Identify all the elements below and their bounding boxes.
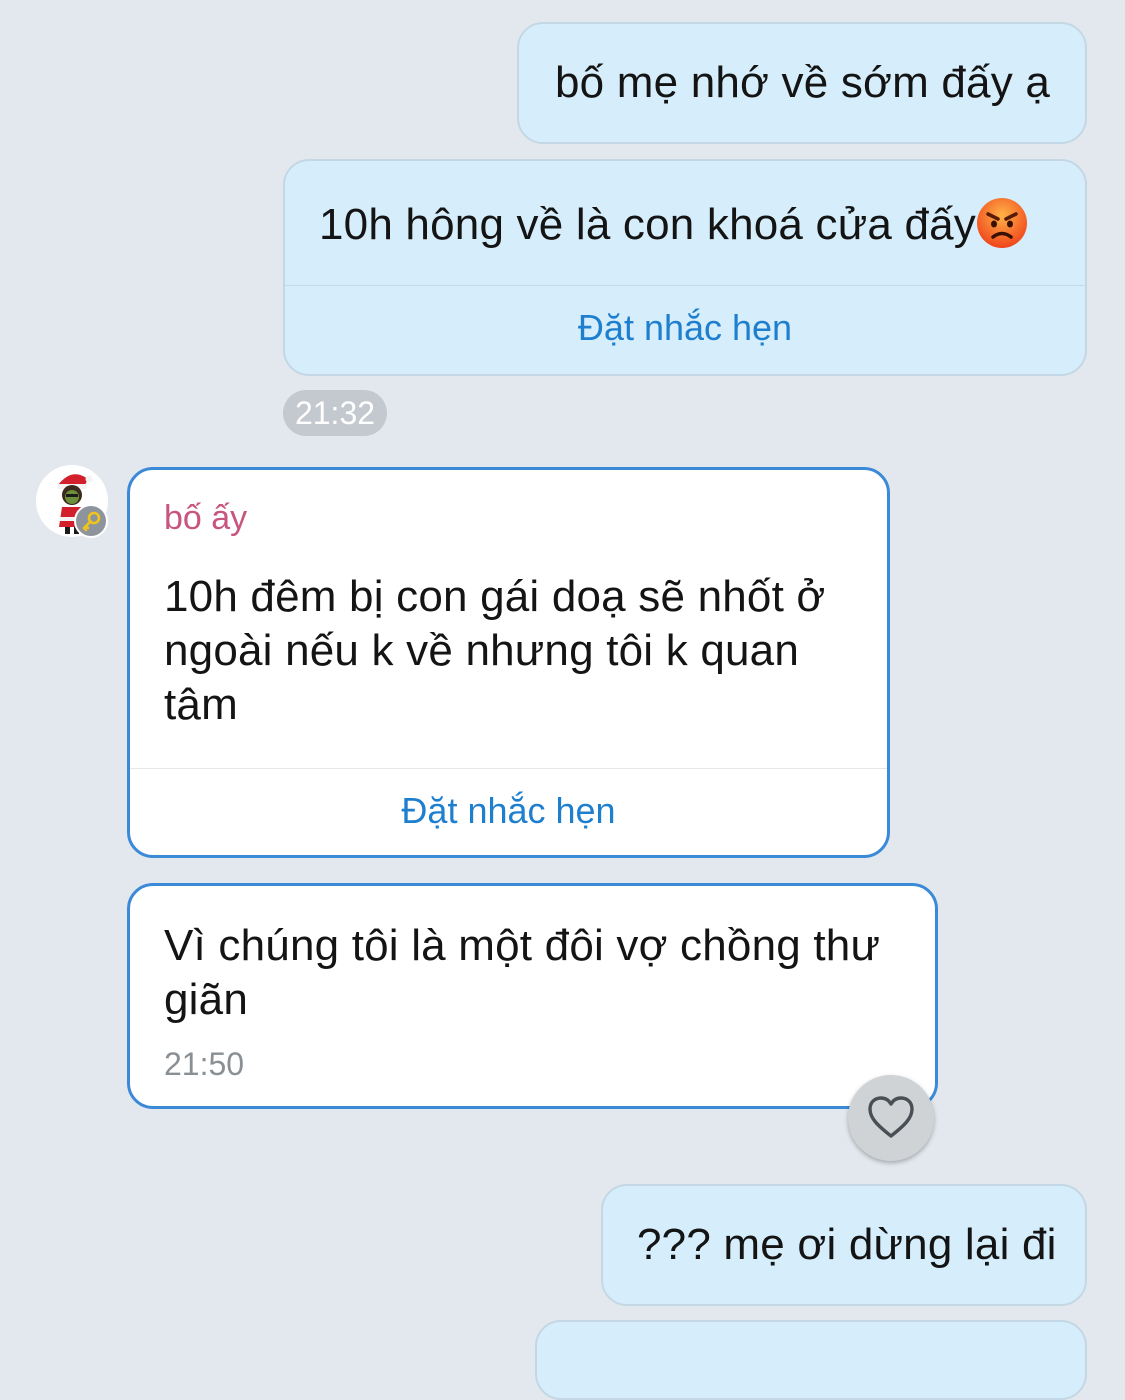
message-time: 21:50 [164, 1046, 245, 1082]
message-bubble-outgoing[interactable]: ??? mẹ ơi dừng lại đi [601, 1184, 1087, 1306]
angry-face-emoji [976, 197, 1028, 249]
set-reminder-link[interactable]: Đặt nhắc hẹn [285, 282, 1085, 374]
message-bubble-incoming[interactable]: Vì chúng tôi là một đôi vợ chồng thư giã… [127, 883, 938, 1109]
set-reminder-link[interactable]: Đặt nhắc hẹn [130, 767, 887, 855]
time-separator: 21:32 [283, 390, 387, 436]
sender-name: bố ấy [164, 499, 248, 537]
message-text: 10h đêm bị con gái doạ sẽ nhốt ở ngoài n… [164, 572, 826, 729]
heart-icon [868, 1096, 914, 1138]
message-bubble-incoming[interactable]: bố ấy 10h đêm bị con gái doạ sẽ nhốt ở n… [127, 467, 890, 858]
message-text: Vì chúng tôi là một đôi vợ chồng thư giã… [164, 921, 881, 1024]
message-bubble-outgoing[interactable]: 10h hông về là con khoá cửa đấy Đặt nhắc… [283, 159, 1087, 376]
message-text: 10h hông về là con khoá cửa đấy [319, 197, 1028, 252]
message-text: bố mẹ nhớ về sớm đấy ạ [555, 58, 1050, 107]
key-icon [82, 511, 101, 532]
message-text-content: 10h hông về là con khoá cửa đấy [319, 200, 977, 249]
message-text: ??? mẹ ơi dừng lại đi [637, 1220, 1057, 1269]
key-badge [74, 504, 108, 538]
message-bubble-outgoing-partial[interactable] [535, 1320, 1087, 1400]
react-heart-button[interactable] [848, 1075, 934, 1161]
message-bubble-outgoing[interactable]: bố mẹ nhớ về sớm đấy ạ [517, 22, 1087, 144]
